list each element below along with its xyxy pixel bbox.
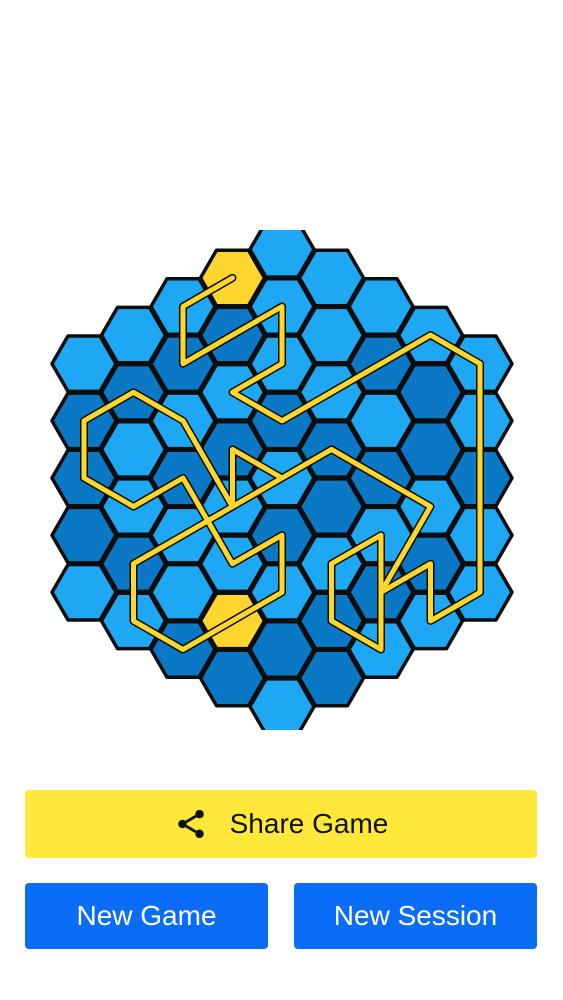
share-game-button[interactable]: Share Game [25,790,537,858]
new-game-button[interactable]: New Game [25,883,268,949]
share-icon [177,809,204,839]
game-board[interactable] [0,230,563,730]
share-game-label: Share Game [229,808,389,839]
new-session-button[interactable]: New Session [294,883,537,949]
